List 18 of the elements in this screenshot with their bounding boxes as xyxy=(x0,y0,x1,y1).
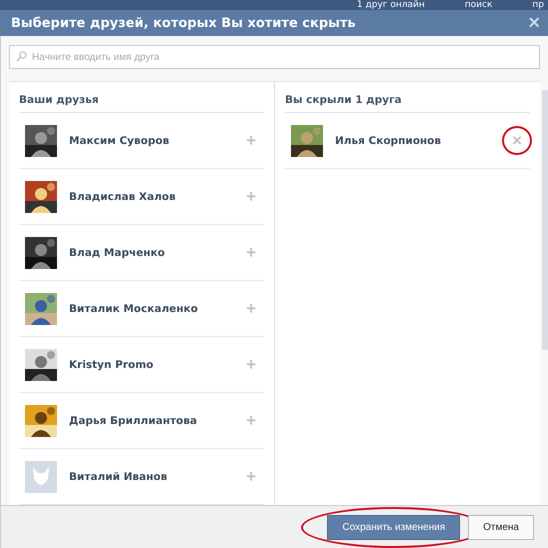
dialog-title: Выберите друзей, которых Вы хотите скрыть xyxy=(11,16,356,31)
top-link[interactable]: 1 друг онлайн xyxy=(356,0,425,10)
search-field[interactable]: Начните вводить имя друга xyxy=(9,45,540,69)
friend-name[interactable]: Максим Суворов xyxy=(69,134,232,146)
top-link[interactable]: поиск xyxy=(464,0,492,10)
friend-name[interactable]: Виталик Москаленко xyxy=(69,302,232,314)
section-heading: Вы скрыли 1 друга xyxy=(285,88,530,113)
save-button[interactable]: Сохранить изменения xyxy=(327,514,460,540)
friend-name[interactable]: Илья Скорпионов xyxy=(335,134,498,146)
friend-name[interactable]: Дарья Бриллиантова xyxy=(69,414,232,426)
cancel-button[interactable]: Отмена xyxy=(468,514,534,540)
section-heading: Ваши друзья xyxy=(19,88,264,113)
friend-name[interactable]: Влад Марченко xyxy=(69,246,232,258)
friend-name[interactable]: Kristyn Promo xyxy=(69,358,232,370)
friend-name[interactable]: Владислав Халов xyxy=(69,190,232,202)
friend-name[interactable]: Виталий Иванов xyxy=(69,470,232,482)
search-icon xyxy=(16,51,27,62)
top-link[interactable]: пр xyxy=(532,0,544,10)
